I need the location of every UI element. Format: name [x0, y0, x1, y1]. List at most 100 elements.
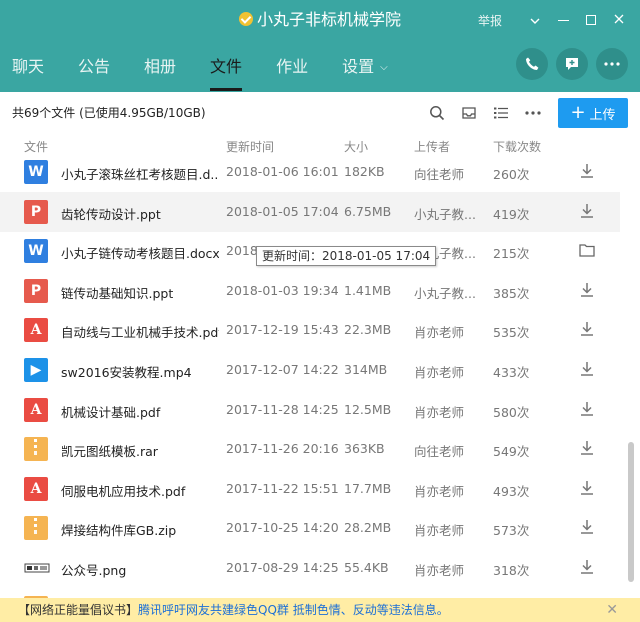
- dropdown-icon[interactable]: [522, 10, 548, 30]
- file-name: 小丸子链传动考核题目.docx: [61, 246, 219, 262]
- plus-icon: +: [570, 102, 586, 123]
- more-icon[interactable]: [596, 48, 628, 80]
- file-row[interactable]: 公众号.png 2017-08-29 14:25 55.4KB 肖亦老师 318次: [0, 548, 620, 588]
- tab-settings[interactable]: 设置 ⌵: [330, 52, 400, 88]
- titlebar: 小丸子非标机械学院 举报: [0, 0, 640, 40]
- tooltip: 更新时间：2018-01-05 17:04: [256, 246, 437, 266]
- header-actions: [508, 48, 628, 80]
- file-size: 6.75MB: [344, 203, 392, 219]
- file-downloads: 535次: [493, 325, 530, 341]
- file-size: 55.4KB: [344, 560, 389, 575]
- scrollbar[interactable]: [624, 152, 638, 598]
- scrollbar-thumb[interactable]: [628, 442, 634, 582]
- file-time: 2017-12-19 15:43: [226, 322, 339, 338]
- close-icon[interactable]: [606, 10, 632, 30]
- download-icon[interactable]: [578, 439, 598, 459]
- file-size: 363KB: [344, 441, 385, 457]
- tab-files[interactable]: 文件: [198, 52, 254, 91]
- search-icon[interactable]: [426, 102, 448, 124]
- file-row[interactable]: W 小丸子滚珠丝杠考核题目.d... 2018-01-06 16:01 182KB 向往…: [0, 152, 620, 192]
- maximize-icon[interactable]: [578, 10, 604, 30]
- file-downloads: 493次: [493, 483, 530, 499]
- file-downloads: 573次: [493, 523, 530, 539]
- tab-label: 聊天: [12, 57, 45, 76]
- tab-homework[interactable]: 作业: [264, 52, 320, 88]
- chevron-down-icon: ⌵: [380, 62, 388, 73]
- tab-announcement[interactable]: 公告: [66, 52, 122, 88]
- file-row[interactable]: A 机械设计基础.pdf 2017-11-28 14:25 12.5MB 肖亦老师 580…: [0, 390, 620, 430]
- phone-icon[interactable]: [516, 48, 548, 80]
- file-uploader: 肖亦老师: [414, 325, 465, 341]
- download-icon[interactable]: [578, 479, 598, 499]
- window-controls: 举报: [478, 10, 632, 30]
- tab-chat[interactable]: 聊天: [0, 52, 56, 88]
- notice-link[interactable]: 腾讯呼吁网友共建绿色QQ群 抵制色情、反动等违法信息。: [138, 603, 449, 617]
- upload-button[interactable]: + 上传: [558, 98, 628, 128]
- window-title-text: 小丸子非标机械学院: [256, 10, 401, 29]
- file-uploader: 肖亦老师: [414, 404, 465, 420]
- download-icon[interactable]: [578, 400, 598, 420]
- file-size: 182KB: [344, 164, 385, 179]
- download-icon[interactable]: [578, 202, 598, 222]
- file-name: sw2016安装教程.mp4: [61, 365, 192, 380]
- file-size: 12.5MB: [344, 401, 392, 417]
- file-downloads: 580次: [493, 404, 530, 420]
- download-icon[interactable]: [578, 360, 598, 380]
- tab-label: 作业: [276, 57, 309, 76]
- file-downloads: 318次: [493, 563, 530, 578]
- inbox-icon[interactable]: [458, 102, 480, 124]
- ppt-icon: P: [24, 278, 48, 303]
- file-row[interactable]: A 伺服电机应用技术.pdf 2017-11-22 15:51 17.7MB 肖亦老师 4…: [0, 469, 620, 509]
- file-uploader: 小丸子教...: [414, 206, 476, 222]
- file-list: W 小丸子滚珠丝杠考核题目.d... 2018-01-06 16:01 182KB 向往…: [0, 152, 620, 598]
- tab-album[interactable]: 相册: [132, 52, 188, 88]
- toolbar-tools: [416, 102, 544, 124]
- file-row[interactable]: P 齿轮传动设计.ppt 2018-01-05 17:04 6.75MB 小丸子教...…: [0, 191, 620, 232]
- download-icon[interactable]: [578, 162, 598, 182]
- download-icon[interactable]: [578, 320, 598, 340]
- download-icon[interactable]: [578, 281, 598, 301]
- more-options-icon[interactable]: [522, 102, 544, 124]
- download-icon[interactable]: [578, 518, 598, 538]
- file-name: 链传动基础知识.ppt: [61, 285, 174, 301]
- pdf-icon: A: [24, 397, 48, 422]
- word-icon: W: [24, 160, 48, 184]
- archive-icon: [24, 437, 48, 462]
- folder-icon[interactable]: [578, 241, 598, 261]
- file-name: 机械设计基础.pdf: [61, 404, 161, 420]
- file-downloads: 385次: [493, 285, 530, 301]
- file-size: 28.2MB: [344, 520, 392, 536]
- file-size: 314MB: [344, 362, 388, 377]
- file-row[interactable]: A 自动线与工业机械手技术.pdf 2017-12-19 15:43 22.3MB 肖亦…: [0, 310, 620, 350]
- notice-close-icon[interactable]: ✕: [606, 598, 618, 622]
- file-uploader: 肖亦老师: [414, 563, 465, 578]
- file-summary: 共69个文件 (已使用4.95GB/10GB): [12, 106, 206, 120]
- file-row[interactable]: 小丸子非标资料包.rar2017-08-20 10:1240.1MB肖亦老师59…: [0, 588, 620, 598]
- file-time: 2017-08-29 14:25: [226, 560, 339, 575]
- file-time: 2017-11-28 14:25: [226, 401, 339, 417]
- file-row[interactable]: 凯元图纸模板.rar 2017-11-26 20:16 363KB 向往老师 549次: [0, 429, 620, 469]
- file-time: 2017-10-25 14:20: [226, 520, 339, 536]
- file-uploader: 向往老师: [414, 444, 465, 460]
- file-row[interactable]: 焊接结构件库GB.zip 2017-10-25 14:20 28.2MB 肖亦老师 57…: [0, 508, 620, 548]
- tab-label: 文件: [210, 57, 243, 76]
- file-downloads: 419次: [493, 206, 530, 222]
- download-icon[interactable]: [578, 558, 598, 578]
- file-downloads: 433次: [493, 365, 530, 380]
- file-toolbar: 共69个文件 (已使用4.95GB/10GB) + 上传: [0, 92, 640, 134]
- file-row[interactable]: ▶ sw2016安装教程.mp4 2017-12-07 14:22 314MB 肖亦老师…: [0, 350, 620, 390]
- file-name: 焊接结构件库GB.zip: [61, 523, 177, 539]
- pdf-icon: A: [24, 318, 48, 343]
- file-row[interactable]: P 链传动基础知识.ppt 2018-01-03 19:34 1.41MB 小丸子教..…: [0, 271, 620, 311]
- message-icon[interactable]: [556, 48, 588, 80]
- file-time: 2018-01-03 19:34: [226, 282, 339, 298]
- verified-badge-icon: [238, 12, 253, 26]
- notice-prefix: 【网络正能量倡议书】: [18, 603, 139, 617]
- upload-label: 上传: [589, 107, 616, 123]
- tab-label: 公告: [78, 57, 111, 76]
- minimize-icon[interactable]: [550, 10, 576, 30]
- report-link[interactable]: 举报: [478, 12, 502, 29]
- file-name: 公众号.png: [61, 563, 127, 578]
- ppt-icon: P: [24, 199, 48, 224]
- list-view-icon[interactable]: [490, 102, 512, 124]
